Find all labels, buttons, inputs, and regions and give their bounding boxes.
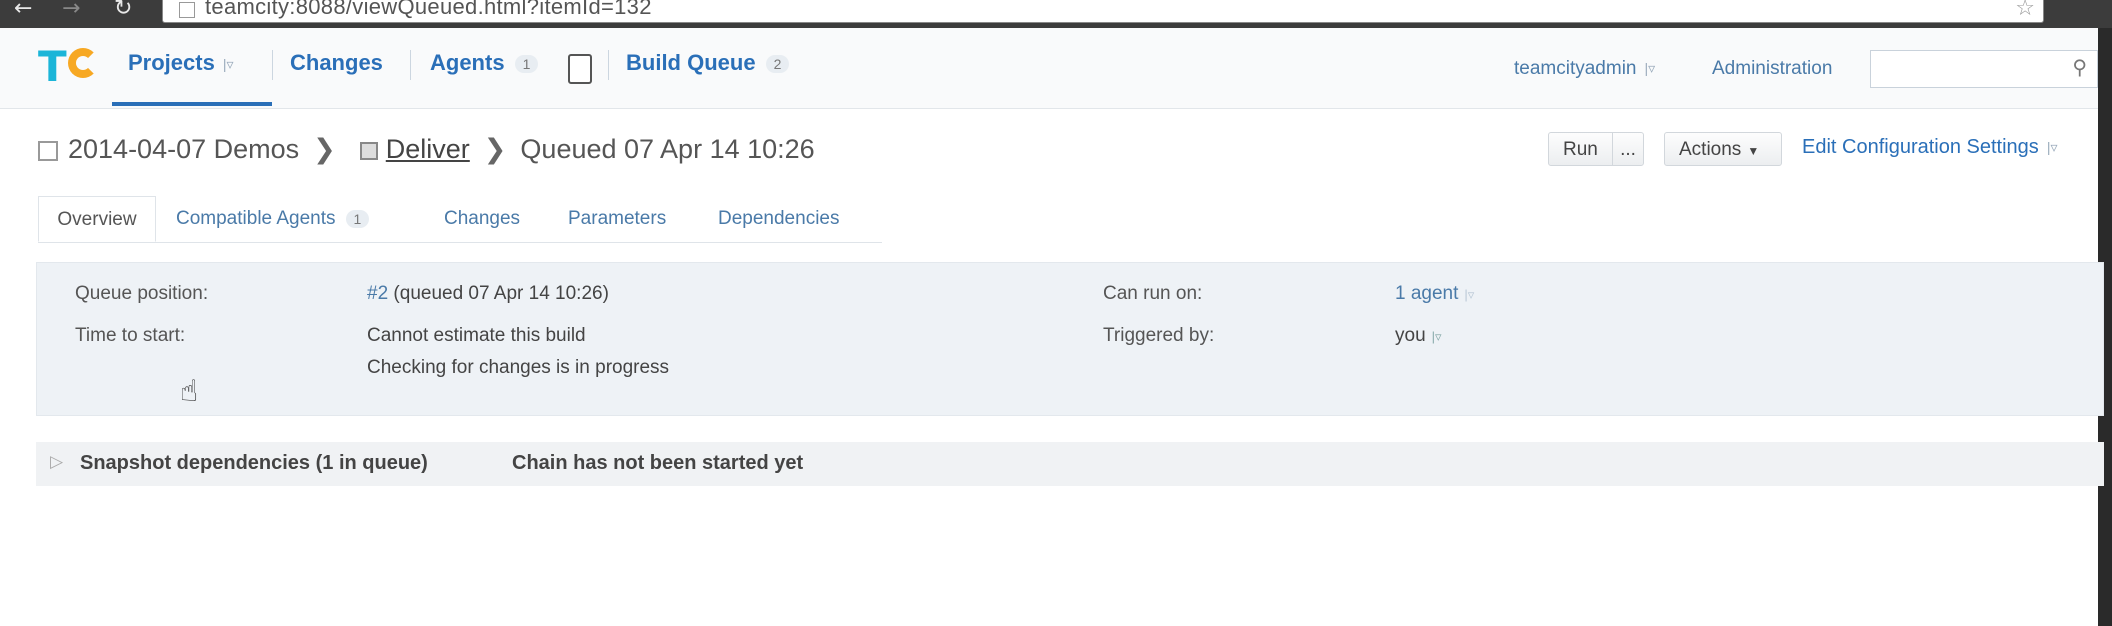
back-arrow-icon[interactable]: ← [14,0,32,20]
tab-bar: Overview Compatible Agents 1 Changes Para… [38,196,882,243]
search-icon[interactable]: ⚲ [2072,55,2087,79]
caret-down-icon: ▼ [1747,144,1760,158]
agent-status-icon[interactable] [568,54,592,84]
nav-build-queue[interactable]: Build Queue 2 [626,50,790,76]
run-button-label: Run [1563,139,1598,160]
nav-agents[interactable]: Agents 1 [430,50,539,76]
nav-changes[interactable]: Changes [290,50,383,76]
bookmark-star-icon[interactable]: ☆ [2015,0,2035,21]
forward-arrow-icon[interactable]: → [62,0,80,20]
run-custom-button[interactable]: ... [1612,133,1643,165]
breadcrumb-project[interactable]: 2014-04-07 Demos [68,134,299,164]
tab-parameters[interactable]: Parameters [568,208,666,230]
run-button[interactable]: Run ... [1548,132,1644,166]
triggered-by-value[interactable]: you |▿ [1395,325,1442,347]
can-run-on-value[interactable]: 1 agent |▿ [1395,283,1474,305]
chevron-right-icon: ❯ [483,134,507,164]
nav-separator [272,50,273,80]
queue-position-label: Queue position: [75,283,209,304]
browser-toolbar: ← → ↻ teamcity:8088/viewQueued.html?item… [0,0,2112,28]
active-nav-indicator [112,102,272,106]
address-bar[interactable]: teamcity:8088/viewQueued.html?itemId=132… [162,0,2044,23]
breadcrumb: 2014-04-07 Demos ❯ Deliver ❯ Queued 07 Apr 1… [38,134,815,165]
app-header: T Projects |▿ Changes Agents 1 Build Queue… [0,28,2098,109]
nav-separator [410,50,411,80]
chain-status: Chain has not been started yet [512,452,804,474]
page-title: Queued 07 Apr 14 10:26 [520,134,815,164]
breadcrumb-configuration[interactable]: Deliver [386,134,470,164]
build-queue-count-badge: 2 [765,55,790,74]
edit-configuration-link[interactable]: Edit Configuration Settings |▿ [1802,136,2057,159]
chevron-right-icon: ❯ [313,134,336,164]
time-to-start-line1: Cannot estimate this build [367,325,586,346]
agents-count-badge: 1 [514,55,539,74]
can-run-on-label: Can run on: [1103,283,1203,304]
page-icon [179,2,195,18]
chevron-down-icon[interactable]: |▿ [1432,329,1442,344]
time-to-start-label: Time to start: [75,325,186,346]
time-to-start-line2: Checking for changes is in progress [367,357,670,378]
snapshot-dependencies-section[interactable]: ▷ Snapshot dependencies (1 in queue) Cha… [36,442,2104,486]
chevron-down-icon[interactable]: |▿ [1464,287,1474,302]
search-input[interactable]: ⚲ [1870,50,2098,88]
queue-position-value: #2 (queued 07 Apr 14 10:26) [367,283,609,304]
build-config-icon [359,141,378,160]
reload-icon[interactable]: ↻ [114,0,132,20]
triggered-by-label: Triggered by: [1103,325,1215,346]
chevron-down-icon[interactable]: |▿ [223,56,234,73]
user-menu[interactable]: teamcityadmin |▿ [1514,58,1655,80]
compatible-agents-count-badge: 1 [345,209,370,228]
actions-button-label: Actions [1679,139,1742,160]
nav-projects[interactable]: Projects |▿ [128,50,234,76]
queued-build-info-panel: Queue position: #2 (queued 07 Apr 14 10:… [36,262,2104,416]
administration-link[interactable]: Administration [1712,58,1832,80]
chevron-down-icon[interactable]: |▿ [2047,139,2058,156]
teamcity-logo[interactable]: T [38,44,98,90]
nav-separator [608,50,609,80]
actions-button[interactable]: Actions ▼ [1664,132,1782,166]
tab-compatible-agents[interactable]: Compatible Agents 1 [176,208,370,230]
url-text: teamcity:8088/viewQueued.html?itemId=132 [205,0,652,19]
tab-dependencies[interactable]: Dependencies [718,208,839,230]
hand-cursor-icon: ☝ [180,374,199,409]
tab-overview[interactable]: Overview [38,196,156,242]
snapshot-dependencies-title[interactable]: Snapshot dependencies (1 in queue) [80,452,428,475]
project-icon [38,140,58,161]
chevron-down-icon[interactable]: |▿ [1645,60,1656,77]
tab-changes[interactable]: Changes [444,208,520,230]
queue-position-link[interactable]: #2 [367,283,388,304]
expand-triangle-icon[interactable]: ▷ [50,452,63,472]
